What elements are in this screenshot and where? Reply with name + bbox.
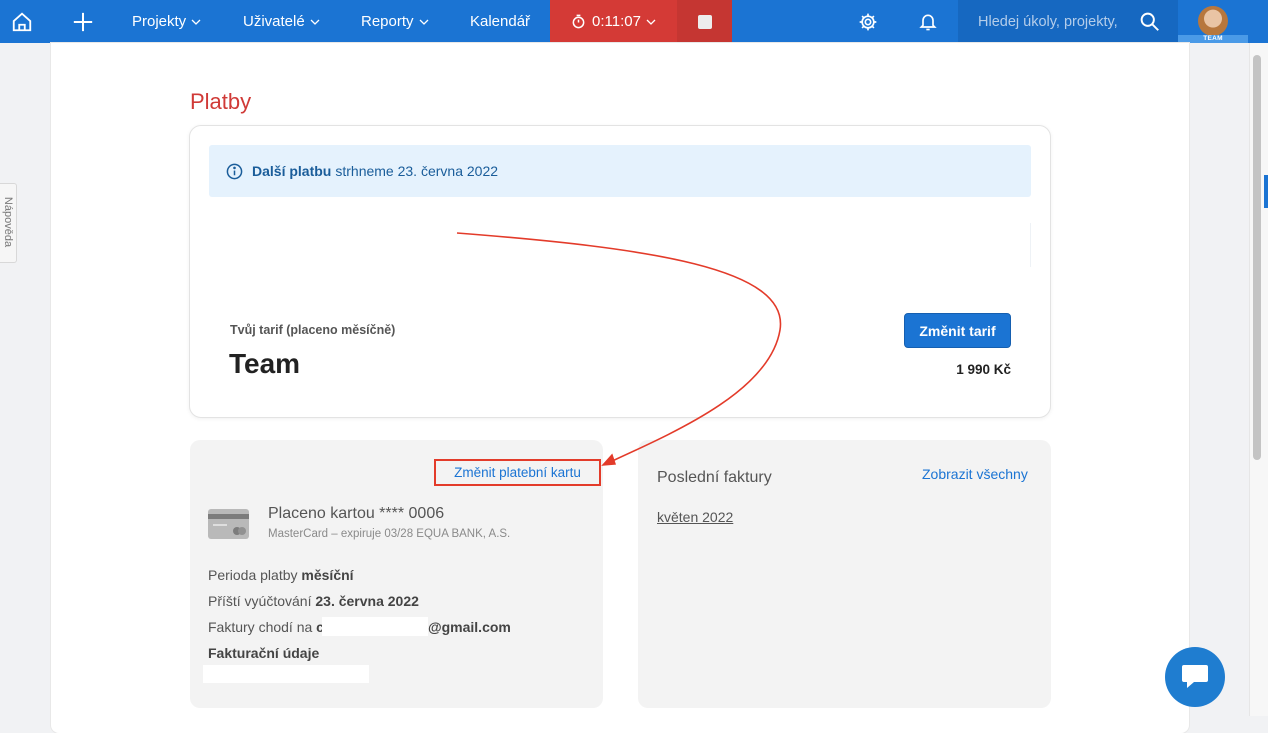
- nav-projects[interactable]: Projekty: [132, 0, 201, 43]
- nav-calendar[interactable]: Kalendář: [470, 0, 530, 43]
- timer-button[interactable]: 0:11:07: [550, 0, 677, 43]
- page-title: Platby: [190, 89, 252, 114]
- search-placeholder: Hledej úkoly, projekty,: [978, 13, 1118, 30]
- home-button[interactable]: [11, 0, 33, 43]
- chat-button[interactable]: [1165, 647, 1225, 707]
- chevron-down-icon: [191, 19, 201, 25]
- credit-card-icon: [208, 509, 249, 539]
- search-field[interactable]: Hledej úkoly, projekty,: [958, 0, 1178, 43]
- scrollbar-thumb[interactable]: [1253, 55, 1261, 460]
- tarif-price: 1 990 Kč: [956, 362, 1011, 377]
- chat-bubble-icon: [1182, 665, 1208, 688]
- plus-icon: [73, 12, 93, 31]
- add-button[interactable]: [72, 0, 94, 43]
- nav-users[interactable]: Uživatelé: [243, 0, 320, 43]
- user-menu[interactable]: TEAM: [1178, 0, 1248, 43]
- notifications-button[interactable]: [918, 0, 938, 43]
- payment-period: Perioda platby měsíční: [208, 567, 354, 583]
- settings-button[interactable]: [858, 0, 878, 43]
- top-navigation-bar: Projekty Uživatelé Reporty Kalendář 0:11…: [0, 0, 1268, 43]
- scroll-indicator: [1264, 175, 1268, 208]
- card-details: MasterCard – expiruje 03/28 EQUA BANK, A…: [268, 528, 511, 540]
- nav-reports[interactable]: Reporty: [361, 0, 429, 43]
- plan-badge: TEAM: [1178, 35, 1248, 43]
- paid-by-card: Placeno kartou **** 0006: [268, 505, 445, 522]
- stop-icon: [697, 14, 712, 29]
- redacted-email: [322, 617, 428, 636]
- redacted-billing: [203, 665, 369, 683]
- help-tab[interactable]: Nápověda: [0, 183, 17, 263]
- change-payment-card-link[interactable]: Změnit platební kartu: [434, 459, 601, 486]
- info-icon: [226, 163, 243, 179]
- invoice-link[interactable]: květen 2022: [657, 509, 733, 525]
- avatar: [1198, 6, 1228, 36]
- stopwatch-icon: [572, 14, 585, 29]
- change-tarif-button[interactable]: Změnit tarif: [904, 313, 1011, 348]
- tarif-label: Tvůj tarif (placeno měsíčně): [230, 323, 396, 337]
- search-icon: [1140, 12, 1159, 31]
- show-all-invoices-link[interactable]: Zobrazit všechny: [922, 466, 1028, 482]
- divider: [1030, 223, 1031, 267]
- next-billing: Příští vyúčtování 23. června 2022: [208, 593, 419, 609]
- next-payment-notice: Další platbu strhneme 23. června 2022: [209, 145, 1031, 197]
- gear-icon: [859, 13, 877, 30]
- chevron-down-icon: [310, 19, 320, 25]
- home-icon: [12, 12, 32, 31]
- chevron-down-icon: [419, 19, 428, 25]
- invoices-title: Poslední faktury: [657, 469, 772, 486]
- chevron-down-icon: [646, 19, 656, 25]
- stop-timer-button[interactable]: [677, 0, 732, 43]
- tarif-name: Team: [229, 348, 301, 379]
- bell-icon: [919, 14, 937, 30]
- billing-details-label: Fakturační údaje: [208, 645, 320, 661]
